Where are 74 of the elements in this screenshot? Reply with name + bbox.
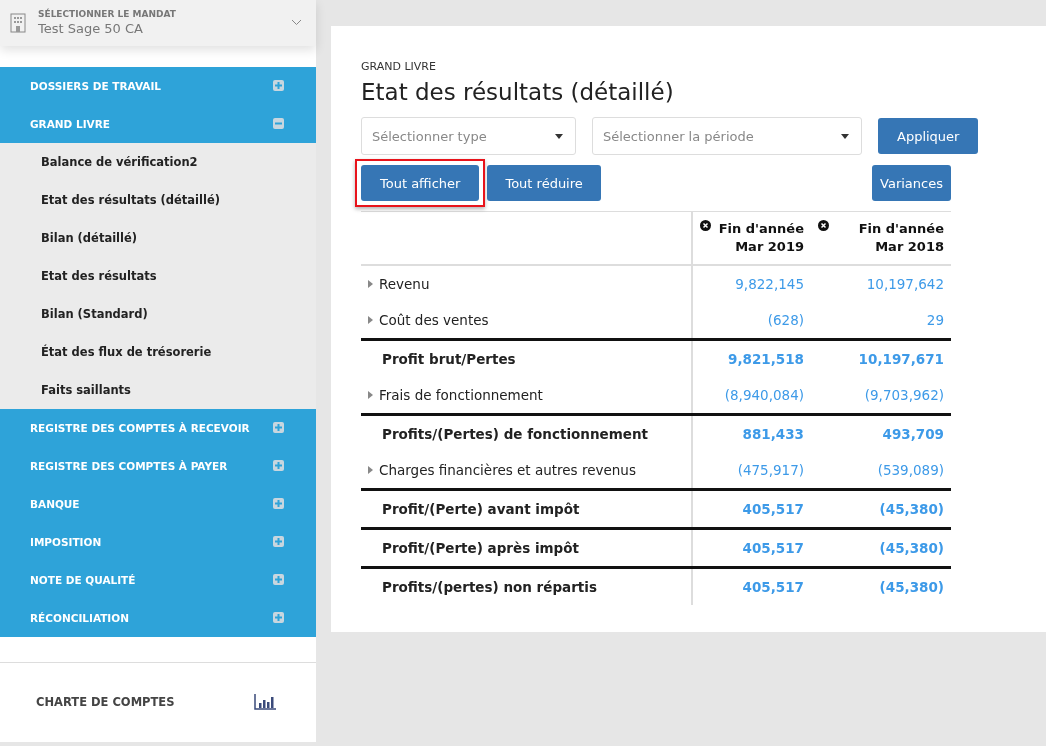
mandate-value: Test Sage 50 CA	[38, 21, 144, 37]
variances-button[interactable]: Variances	[872, 165, 951, 201]
breadcrumb: GRAND LIVRE	[361, 60, 437, 73]
plus-icon[interactable]	[273, 574, 284, 586]
value-cell: (8,940,084)	[691, 377, 811, 413]
nav-item[interactable]: État des flux de trésorerie	[0, 332, 316, 371]
value-cell-text: 493,709	[881, 425, 945, 444]
plus-icon[interactable]	[273, 422, 284, 434]
nav-item[interactable]: Balance de vérification2	[0, 142, 316, 181]
value-cell: (628)	[691, 302, 811, 338]
row-label: Profit/(Perte) après impôt	[382, 540, 579, 556]
nav-section[interactable]: REGISTRE DES COMPTES À PAYER	[0, 446, 316, 485]
apply-button[interactable]: Appliquer	[878, 118, 979, 154]
mandate-selector[interactable]: SÉLECTIONNER LE MANDAT Test Sage 50 CA	[0, 0, 316, 46]
value-cell-text: (45,380)	[878, 578, 945, 597]
row-label: Frais de fonctionnement	[379, 387, 543, 403]
caret-icon	[555, 133, 563, 139]
expand-arrow-icon[interactable]	[368, 316, 373, 324]
value-cell: 881,433	[691, 416, 811, 452]
value-cell: 405,517	[691, 530, 811, 566]
row-label: Profit brut/Pertes	[382, 351, 516, 367]
select-field[interactable]: Sélectionner type	[361, 117, 576, 155]
nav-section[interactable]: DOSSIERS DE TRAVAIL	[0, 66, 316, 105]
action-button[interactable]: Tout afficher	[361, 165, 480, 201]
nav-section[interactable]: NOTE DE QUALITÉ	[0, 560, 316, 599]
expand-arrow-icon[interactable]	[368, 391, 373, 399]
value-cell-text: (539,089)	[876, 461, 945, 480]
plus-icon[interactable]	[273, 612, 284, 624]
select-field[interactable]: Sélectionner la période	[592, 117, 862, 155]
nav-section[interactable]: IMPOSITION	[0, 522, 316, 561]
nav-item[interactable]: Bilan (Standard)	[0, 294, 316, 333]
nav-item[interactable]: Etat des résultats	[0, 256, 316, 295]
nav-section[interactable]: RÉCONCILIATION	[0, 598, 316, 637]
plus-icon[interactable]	[273, 498, 284, 510]
value-cell: 9,821,518	[691, 341, 811, 377]
column-header: Fin d'année Mar 2018	[858, 220, 944, 257]
value-cell-text: (45,380)	[878, 500, 945, 519]
row-label: Profits/(pertes) non répartis	[382, 579, 597, 595]
row-label: Profit/(Perte) avant impôt	[382, 501, 580, 517]
caret-icon	[841, 133, 849, 139]
building-icon	[10, 12, 26, 33]
column-header: Fin d'année Mar 2019	[718, 220, 804, 257]
value-cell: (475,917)	[691, 452, 811, 488]
value-cell: 9,822,145	[691, 266, 811, 302]
page-title: Etat des résultats (détaillé)	[361, 79, 675, 105]
nav-section[interactable]: BANQUE	[0, 484, 316, 523]
bar-chart-icon	[254, 694, 276, 711]
value-cell: 405,517	[691, 569, 811, 605]
value-cell: 405,517	[691, 491, 811, 527]
nav-item[interactable]: Faits saillants	[0, 370, 316, 409]
plus-icon[interactable]	[273, 460, 284, 472]
minus-icon[interactable]	[273, 118, 284, 130]
close-icon[interactable]	[818, 220, 829, 231]
row-label: Coût des ventes	[379, 312, 489, 328]
action-button[interactable]: Tout réduire	[487, 165, 601, 201]
nav-section[interactable]: REGISTRE DES COMPTES À RECEVOIR	[0, 408, 316, 447]
value-cell-text: (45,380)	[878, 539, 945, 558]
plus-icon[interactable]	[273, 80, 284, 92]
row-label: Charges financières et autres revenus	[379, 462, 636, 478]
chevron-down-icon	[291, 19, 302, 27]
mandate-label: SÉLECTIONNER LE MANDAT	[38, 9, 177, 20]
close-icon[interactable]	[700, 220, 711, 231]
nav-item[interactable]: Etat des résultats (détaillé)	[0, 180, 316, 219]
nav-item[interactable]: Bilan (détaillé)	[0, 218, 316, 257]
value-cell-text: (9,703,962)	[863, 386, 945, 405]
value-cell-text: 10,197,671	[857, 350, 945, 369]
plus-icon[interactable]	[273, 536, 284, 548]
row-label: Profits/(Pertes) de fonctionnement	[382, 426, 648, 442]
row-label: Revenu	[379, 276, 430, 292]
nav-section[interactable]: GRAND LIVRE	[0, 104, 316, 143]
expand-arrow-icon[interactable]	[368, 280, 373, 288]
value-cell-text: 29	[925, 311, 945, 330]
value-cell-text: 10,197,642	[865, 275, 945, 294]
expand-arrow-icon[interactable]	[368, 466, 373, 474]
